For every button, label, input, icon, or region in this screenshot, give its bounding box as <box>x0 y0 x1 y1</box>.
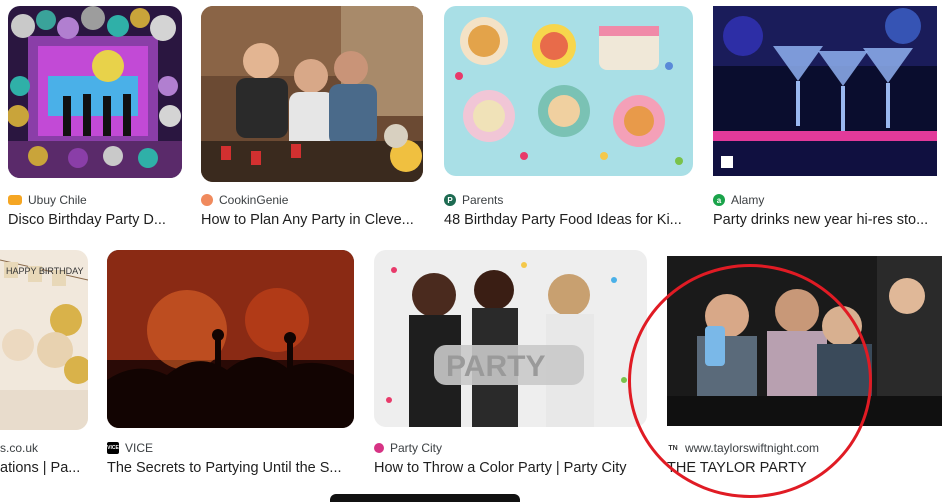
result-thumbnail-3[interactable] <box>444 6 693 176</box>
party-drinks-image <box>713 6 937 176</box>
result-card-5[interactable]: HAPPY BIRTHDAY s.co.uk ations | Pa... <box>0 250 88 480</box>
source-name: Alamy <box>731 193 765 207</box>
source-row[interactable]: a Alamy <box>713 192 943 208</box>
banner-text: HAPPY BIRTHDAY <box>6 266 84 276</box>
crowd-party-image <box>107 250 354 428</box>
friends-party-image <box>201 6 423 182</box>
result-card-3[interactable]: P Parents 48 Birthday Party Food Ideas f… <box>444 6 693 236</box>
result-card-8[interactable]: TN www.taylorswiftnight.com THE TAYLOR P… <box>667 256 942 486</box>
result-title[interactable]: How to Plan Any Party in Cleve... <box>201 212 423 228</box>
result-title[interactable]: Disco Birthday Party D... <box>8 212 182 228</box>
birthday-decor-image: HAPPY BIRTHDAY <box>0 250 88 430</box>
result-card-7[interactable]: PARTY Party City How to Throw a Color Pa… <box>374 250 647 480</box>
result-card-6[interactable]: VICE VICE The Secrets to Partying Until … <box>107 250 354 480</box>
source-name: CookinGenie <box>219 193 289 207</box>
source-name: Parents <box>462 193 504 207</box>
disco-party-image <box>8 6 182 178</box>
result-title[interactable]: THE TAYLOR PARTY <box>667 460 942 476</box>
result-title[interactable]: 48 Birthday Party Food Ideas for Ki... <box>444 212 693 228</box>
source-row[interactable]: TN www.taylorswiftnight.com <box>667 440 942 456</box>
alamy-logo-icon: a <box>713 194 725 206</box>
party-balloon-letters: PARTY <box>446 350 545 383</box>
source-name: VICE <box>125 441 154 455</box>
source-row[interactable]: P Parents <box>444 192 693 208</box>
party-balloons-image: PARTY <box>374 250 647 427</box>
result-title[interactable]: The Secrets to Partying Until the S... <box>107 460 354 476</box>
result-title[interactable]: How to Throw a Color Party | Party City <box>374 460 647 476</box>
result-thumbnail-7[interactable]: PARTY <box>374 250 647 427</box>
source-name: Party City <box>390 441 443 455</box>
result-card-2[interactable]: CookinGenie How to Plan Any Party in Cle… <box>201 6 423 236</box>
parents-logo-icon: P <box>444 194 456 206</box>
result-title[interactable]: Party drinks new year hi-res sto... <box>713 212 943 228</box>
source-row[interactable]: VICE VICE <box>107 440 354 456</box>
source-row[interactable]: Party City <box>374 440 647 456</box>
result-thumbnail-1[interactable] <box>8 6 182 178</box>
result-title[interactable]: ations | Pa... <box>0 460 88 476</box>
result-card-4[interactable]: a Alamy Party drinks new year hi-res sto… <box>713 6 943 236</box>
source-row[interactable]: Ubuy Chile <box>8 192 182 208</box>
birthday-food-image <box>444 6 693 176</box>
result-thumbnail-2[interactable] <box>201 6 423 182</box>
source-name: Ubuy Chile <box>28 193 87 207</box>
tsn-logo-icon: TN <box>667 442 679 454</box>
result-thumbnail-8[interactable] <box>667 256 942 426</box>
partycity-logo-icon <box>374 443 384 453</box>
result-thumbnail-4[interactable] <box>713 6 937 176</box>
vice-logo-icon: VICE <box>107 442 119 454</box>
result-thumbnail-5[interactable]: HAPPY BIRTHDAY <box>0 250 88 430</box>
source-row[interactable]: CookinGenie <box>201 192 423 208</box>
taylor-party-image <box>667 256 942 426</box>
source-row[interactable]: s.co.uk <box>0 440 88 456</box>
cookingenie-logo-icon <box>201 194 213 206</box>
result-card-1[interactable]: Ubuy Chile Disco Birthday Party D... <box>8 6 182 236</box>
ubuy-logo-icon <box>8 195 22 205</box>
source-name: s.co.uk <box>0 441 39 455</box>
result-thumbnail-6[interactable] <box>107 250 354 428</box>
source-name: www.taylorswiftnight.com <box>685 441 820 455</box>
next-row-image-edge <box>330 494 520 502</box>
